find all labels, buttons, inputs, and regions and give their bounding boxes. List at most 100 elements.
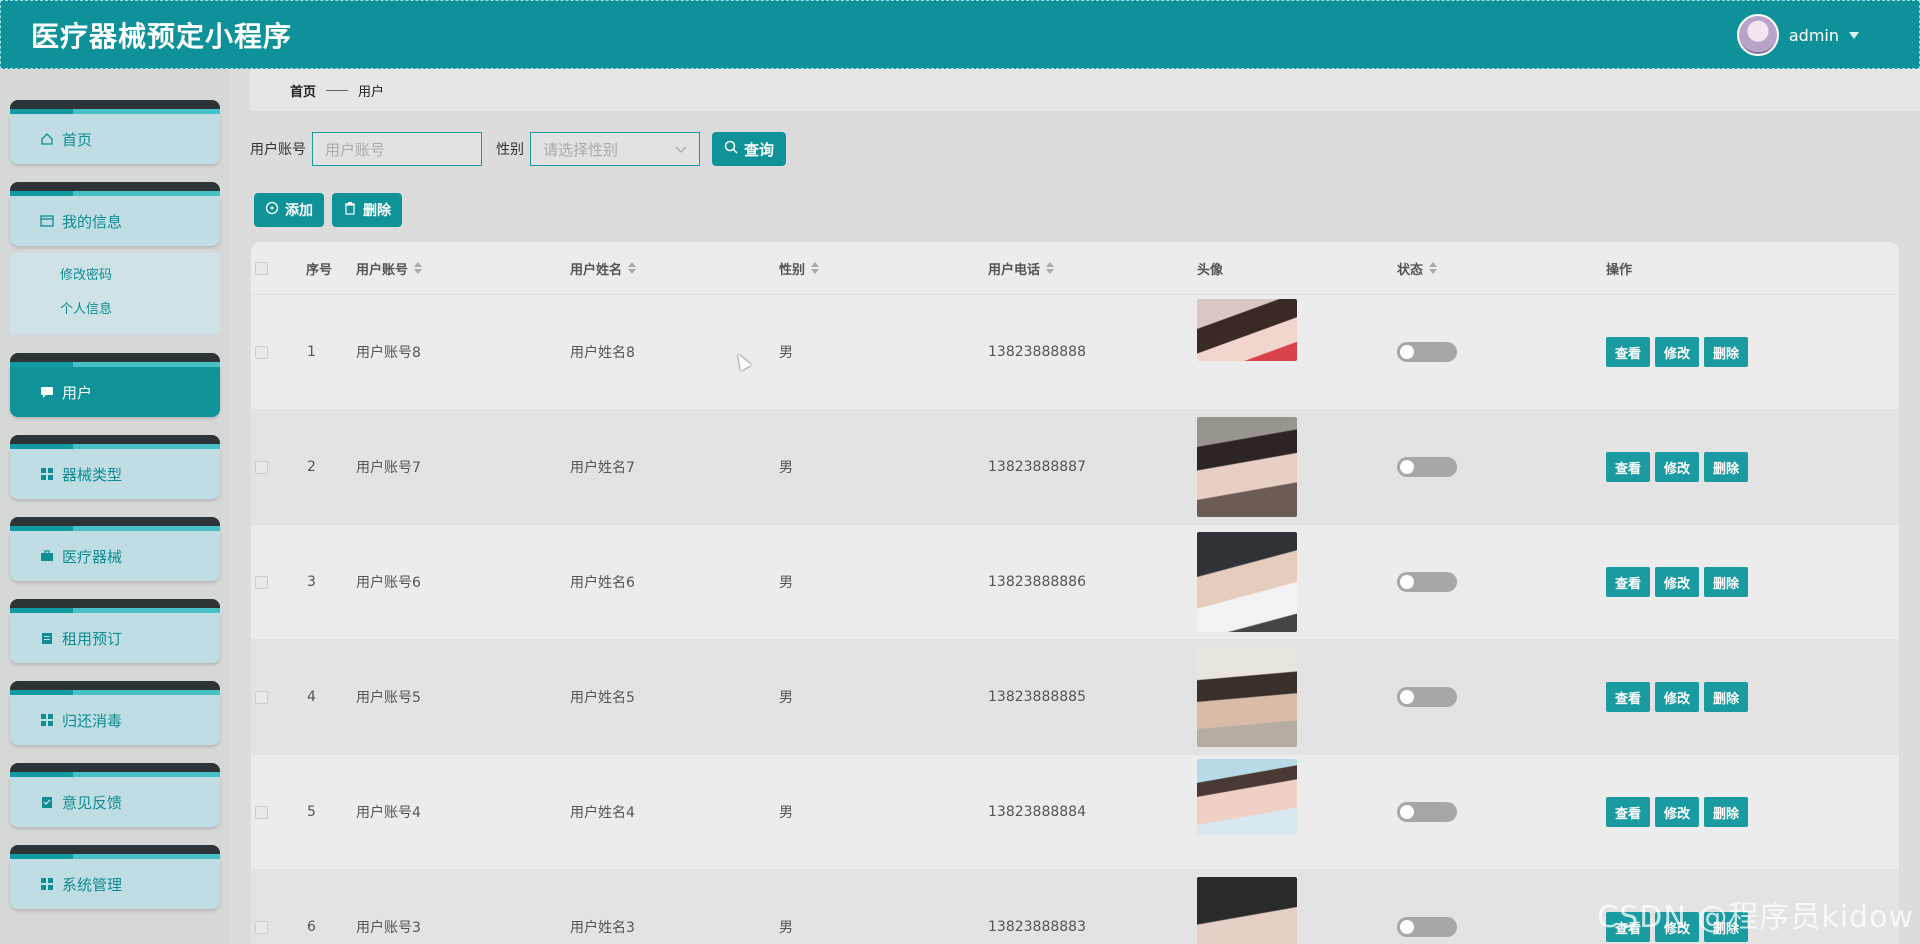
row-checkbox[interactable]: [255, 690, 268, 704]
chevron-down-icon[interactable]: [1849, 31, 1859, 39]
column-header-account[interactable]: 用户账号: [356, 242, 423, 294]
column-header-phone[interactable]: 用户电话: [988, 242, 1055, 294]
sort-icon[interactable]: [628, 262, 637, 274]
cell-gender: 男: [779, 460, 793, 476]
sort-icon[interactable]: [1429, 262, 1438, 274]
sidebar-item-users[interactable]: 用户: [10, 353, 220, 417]
status-toggle[interactable]: [1397, 457, 1457, 477]
sidebar-item-label: 我的信息: [62, 212, 123, 231]
sort-icon[interactable]: [1046, 262, 1055, 274]
breadcrumb-home[interactable]: 首页: [290, 81, 316, 100]
column-header-name[interactable]: 用户姓名: [570, 242, 637, 294]
column-header-status[interactable]: 状态: [1397, 242, 1438, 294]
gender-select[interactable]: 请选择性别: [530, 132, 700, 166]
user-avatar-image[interactable]: [1197, 759, 1297, 835]
row-delete-button[interactable]: 删除: [1704, 567, 1749, 597]
user-avatar-image[interactable]: [1197, 299, 1297, 361]
sidebar-item-feedback[interactable]: 意见反馈: [10, 763, 220, 827]
table-row: 2 用户账号7 用户姓名7 男 13823888887 查看 修改 删除: [251, 409, 1899, 524]
user-menu[interactable]: admin: [1736, 14, 1859, 56]
submenu-item-change-password[interactable]: 修改密码: [10, 259, 220, 293]
username[interactable]: admin: [1789, 26, 1839, 45]
edit-button[interactable]: 修改: [1655, 337, 1700, 367]
row-checkbox[interactable]: [255, 345, 268, 359]
delete-button-label: 删除: [363, 203, 391, 219]
sidebar-item-label: 意见反馈: [62, 793, 123, 812]
row-delete-button[interactable]: 删除: [1704, 682, 1749, 712]
submenu-item-personal-info[interactable]: 个人信息: [10, 293, 220, 327]
table-row: 4 用户账号5 用户姓名5 男 13823888885 查看 修改 删除: [251, 639, 1899, 754]
view-button[interactable]: 查看: [1606, 337, 1651, 367]
view-button[interactable]: 查看: [1606, 567, 1651, 597]
cell-phone: 13823888884: [988, 804, 1086, 820]
search-bar: 用户账号 用户账号 性别 请选择性别 查询: [250, 132, 787, 166]
breadcrumb-separator: [326, 89, 349, 91]
row-checkbox[interactable]: [255, 460, 268, 474]
user-avatar-image[interactable]: [1197, 647, 1297, 747]
toolbar-actions: 添加 删除: [254, 193, 402, 227]
edit-button[interactable]: 修改: [1655, 452, 1700, 482]
row-checkbox[interactable]: [255, 805, 268, 819]
trash-icon: [343, 201, 357, 219]
plus-circle-icon: [265, 201, 279, 219]
status-toggle[interactable]: [1397, 342, 1457, 362]
select-all-checkbox[interactable]: [255, 261, 268, 275]
watermark: CSDN @程序员kidow: [1597, 900, 1914, 935]
cell-gender: 男: [779, 345, 793, 361]
view-button[interactable]: 查看: [1606, 797, 1651, 827]
avatar[interactable]: [1736, 14, 1779, 56]
user-avatar-image[interactable]: [1197, 532, 1297, 632]
sidebar-item-label: 首页: [62, 130, 93, 149]
user-avatar-image[interactable]: [1197, 877, 1297, 944]
row-checkbox[interactable]: [255, 920, 268, 934]
cell-phone: 13823888883: [988, 919, 1086, 935]
column-header-index: 序号: [306, 262, 333, 278]
row-delete-button[interactable]: 删除: [1704, 337, 1749, 367]
sidebar-item-medical-devices[interactable]: 医疗器械: [10, 517, 220, 581]
sidebar-item-return-disinfect[interactable]: 归还消毒: [10, 681, 220, 745]
edit-button[interactable]: 修改: [1655, 567, 1700, 597]
gender-placeholder: 请选择性别: [543, 140, 619, 159]
row-delete-button[interactable]: 删除: [1704, 452, 1749, 482]
row-delete-button[interactable]: 删除: [1704, 797, 1749, 827]
app-title: 医疗器械预定小程序: [31, 19, 293, 53]
cell-account: 用户账号7: [356, 460, 421, 476]
account-search-input[interactable]: 用户账号: [312, 132, 482, 166]
edit-button[interactable]: 修改: [1655, 797, 1700, 827]
sidebar-item-my-info[interactable]: 我的信息: [10, 182, 220, 246]
cell-account: 用户账号5: [356, 690, 421, 706]
sidebar-item-label: 用户: [62, 383, 93, 402]
sort-icon[interactable]: [811, 262, 820, 274]
status-toggle[interactable]: [1397, 687, 1457, 707]
row-checkbox[interactable]: [255, 575, 268, 589]
submenu-my-info: 修改密码 个人信息: [10, 253, 220, 335]
cell-name: 用户姓名3: [570, 920, 635, 936]
sidebar-item-rental-booking[interactable]: 租用预订: [10, 599, 220, 663]
cell-phone: 13823888886: [988, 574, 1086, 590]
sidebar-item-label: 器械类型: [62, 465, 123, 484]
sort-icon[interactable]: [414, 262, 423, 274]
edit-button[interactable]: 修改: [1655, 682, 1700, 712]
sidebar-item-system[interactable]: 系统管理: [10, 845, 220, 909]
cell-name: 用户姓名4: [570, 805, 635, 821]
cell-account: 用户账号8: [356, 345, 421, 361]
breadcrumb-current: 用户: [358, 84, 385, 100]
table-row: 1 用户账号8 用户姓名8 男 13823888888 查看 修改 删除: [251, 294, 1899, 409]
delete-button[interactable]: 删除: [332, 193, 402, 227]
cell-gender: 男: [779, 805, 793, 821]
briefcase-icon: [40, 549, 54, 563]
sidebar-item-home[interactable]: 首页: [10, 100, 220, 164]
add-button[interactable]: 添加: [254, 193, 324, 227]
view-button[interactable]: 查看: [1606, 682, 1651, 712]
column-header-gender[interactable]: 性别: [779, 242, 820, 294]
sidebar-item-device-types[interactable]: 器械类型: [10, 435, 220, 499]
cell-index: 6: [307, 919, 316, 935]
status-toggle[interactable]: [1397, 802, 1457, 822]
sidebar: 首页 我的信息 修改密码 个人信息 用户 器械类型 医疗器械 租用预订 归还消毒…: [0, 69, 230, 944]
query-button[interactable]: 查询: [712, 132, 787, 166]
status-toggle[interactable]: [1397, 572, 1457, 592]
view-button[interactable]: 查看: [1606, 452, 1651, 482]
status-toggle[interactable]: [1397, 917, 1457, 937]
cell-name: 用户姓名7: [570, 460, 635, 476]
user-avatar-image[interactable]: [1197, 417, 1297, 517]
